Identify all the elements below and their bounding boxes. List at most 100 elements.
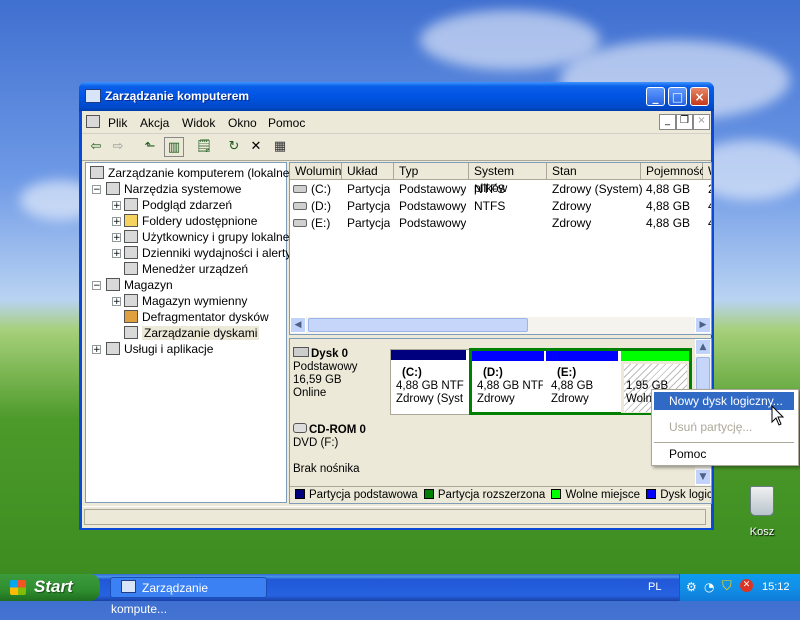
tree-item-shared-folders[interactable]: Foldery udostępnione	[124, 213, 257, 229]
recycle-bin-desktop-icon[interactable]: Kosz	[738, 486, 786, 542]
expand-icon[interactable]: +	[112, 297, 121, 307]
table-row[interactable]: (D:) Partycja Podstawowy NTFS Zdrowy 4,8…	[290, 198, 711, 215]
tree-item-local-users[interactable]: Użytkownicy i grupy lokalne	[124, 229, 289, 245]
partition-label: (E:)	[557, 367, 577, 379]
table-row[interactable]: (E:) Partycja Podstawowy Zdrowy 4,88 GB …	[290, 215, 711, 232]
back-arrow-icon[interactable]: ⇦	[86, 137, 106, 157]
tree-root[interactable]: Zarządzanie komputerem (lokalne)	[90, 165, 293, 181]
taskbar: Start Zarządzanie kompute... PL ⚙ ◔ ⛉ ✕ …	[0, 574, 800, 616]
mdi-minimize-icon[interactable]: _	[659, 114, 676, 130]
collapse-icon[interactable]: −	[92, 185, 101, 195]
column-header-type[interactable]: Typ	[394, 163, 469, 180]
menu-item-help[interactable]: Pomoc	[654, 445, 794, 463]
up-folder-icon[interactable]: ⬑	[140, 137, 160, 157]
column-header-free[interactable]: W	[703, 163, 711, 180]
partition-size: 4,88 GB NTF	[477, 380, 543, 392]
partition-e-box: (E:) 4,88 GB Zdrowy	[549, 364, 617, 412]
volume-name: (D:)	[311, 199, 331, 213]
disk0-info[interactable]: Dysk 0 Podstawowy 16,59 GB Online	[293, 347, 385, 413]
column-header-status[interactable]: Stan	[547, 163, 641, 180]
menu-window[interactable]: Okno	[228, 116, 257, 130]
language-indicator[interactable]: PL	[648, 581, 661, 593]
partition-c[interactable]: (C:) 4,88 GB NTF: Zdrowy (Syst	[391, 350, 466, 414]
horizontal-scrollbar[interactable]: ◀ ▶	[290, 317, 711, 334]
network-icon[interactable]: ⚙	[686, 580, 697, 594]
legend-label: Partycja podstawowa	[309, 489, 418, 501]
recycle-bin-label: Kosz	[749, 526, 775, 538]
scroll-down-icon[interactable]: ▼	[695, 469, 711, 485]
partition-status: Zdrowy	[477, 393, 515, 405]
partition-e[interactable]: (E:) 4,88 GB Zdrowy	[546, 351, 618, 413]
clock[interactable]: 15:12	[762, 581, 790, 593]
scroll-right-icon[interactable]: ▶	[695, 317, 711, 333]
tree-item-label: Usługi i aplikacje	[124, 342, 214, 356]
properties-sheet-icon[interactable]: ▦	[270, 137, 290, 157]
maximize-button[interactable]: □	[668, 87, 687, 106]
mmc-icon	[86, 115, 100, 128]
volume-list-pane: Wolumin Układ Typ System plików Stan Poj…	[289, 162, 712, 335]
volume-icon[interactable]: ◔	[704, 580, 714, 594]
column-header-volume[interactable]: Wolumin	[290, 163, 342, 180]
windows-logo-icon	[10, 580, 26, 595]
scroll-thumb[interactable]	[308, 318, 528, 332]
expand-icon[interactable]: +	[92, 345, 101, 355]
tree-item-storage[interactable]: Magazyn	[106, 277, 173, 293]
menu-help[interactable]: Pomoc	[268, 116, 305, 130]
menu-action[interactable]: Akcja	[140, 116, 169, 130]
refresh-icon[interactable]: ↻	[224, 137, 244, 157]
delete-icon[interactable]: ✕	[246, 137, 266, 157]
mdi-close-icon[interactable]: ×	[693, 114, 710, 130]
minimize-button[interactable]: _	[646, 87, 665, 106]
mdi-restore-icon[interactable]: ❐	[676, 114, 693, 130]
expand-icon[interactable]: +	[112, 249, 121, 259]
properties-icon[interactable]: 🗒	[194, 137, 214, 157]
table-row[interactable]: (C:) Partycja Podstawowy NTFS Zdrowy (Sy…	[290, 181, 711, 198]
tree-item-event-viewer[interactable]: Podgląd zdarzeń	[124, 197, 232, 213]
column-header-capacity[interactable]: Pojemność	[641, 163, 705, 180]
tree-item-label: Użytkownicy i grupy lokalne	[142, 230, 290, 244]
tree-item-disk-management[interactable]: Zarządzanie dyskami	[124, 325, 260, 341]
tree-item-services-apps[interactable]: Usługi i aplikacje	[106, 341, 213, 357]
menu-separator	[654, 442, 794, 443]
expand-icon[interactable]: +	[112, 217, 121, 227]
logical-drive-bar	[546, 351, 618, 361]
menu-view[interactable]: Widok	[182, 116, 215, 130]
status-bar	[82, 506, 711, 528]
start-button[interactable]: Start	[0, 574, 100, 601]
scroll-up-icon[interactable]: ▲	[695, 339, 711, 355]
antivirus-icon[interactable]: ✕	[740, 579, 753, 592]
collapse-icon[interactable]: −	[92, 281, 101, 291]
status-cell: Zdrowy	[552, 199, 592, 213]
disk-icon	[293, 347, 309, 357]
tree-item-removable-storage[interactable]: Magazyn wymienny	[124, 293, 247, 309]
scroll-left-icon[interactable]: ◀	[290, 317, 306, 333]
legend-swatch	[295, 489, 305, 499]
partition-d[interactable]: (D:) 4,88 GB NTF Zdrowy	[472, 351, 544, 413]
expand-icon[interactable]: +	[112, 233, 121, 243]
forward-arrow-icon[interactable]: ⇨	[108, 137, 128, 157]
tree-item-label: Menedżer urządzeń	[142, 262, 249, 276]
expand-icon[interactable]: +	[112, 201, 121, 211]
removable-storage-icon	[124, 294, 138, 307]
partition-status: Zdrowy	[551, 393, 589, 405]
menu-file[interactable]: Plik	[108, 116, 127, 130]
tree-item-system-tools[interactable]: Narzędzia systemowe	[106, 181, 241, 197]
column-header-filesystem[interactable]: System plików	[469, 163, 547, 195]
taskbar-window-button[interactable]: Zarządzanie kompute...	[110, 577, 267, 616]
disk0-status: Online	[293, 387, 327, 399]
close-button[interactable]: ×	[690, 87, 709, 106]
show-tree-icon[interactable]: ▥	[164, 137, 184, 157]
status-panel	[84, 509, 706, 525]
tree-item-performance-logs[interactable]: Dzienniki wydajności i alerty	[124, 245, 291, 261]
cdrom-name: CD-ROM 0	[309, 424, 366, 436]
cdrom-info[interactable]: CD-ROM 0 DVD (F:) Brak nośnika	[293, 423, 385, 485]
primary-partition-bar	[391, 350, 466, 360]
legend-extended: Partycja rozszerzona	[423, 489, 545, 501]
security-shield-icon[interactable]: ⛉	[722, 579, 732, 594]
tree-item-device-manager[interactable]: Menedżer urządzeń	[124, 261, 248, 277]
partition-size: 4,88 GB NTF:	[396, 380, 464, 392]
title-bar[interactable]: Zarządzanie komputerem _ □ ×	[79, 82, 714, 111]
column-header-layout[interactable]: Układ	[342, 163, 394, 180]
type-cell: Podstawowy	[399, 182, 467, 196]
tree-item-defragmenter[interactable]: Defragmentator dysków	[124, 309, 269, 325]
